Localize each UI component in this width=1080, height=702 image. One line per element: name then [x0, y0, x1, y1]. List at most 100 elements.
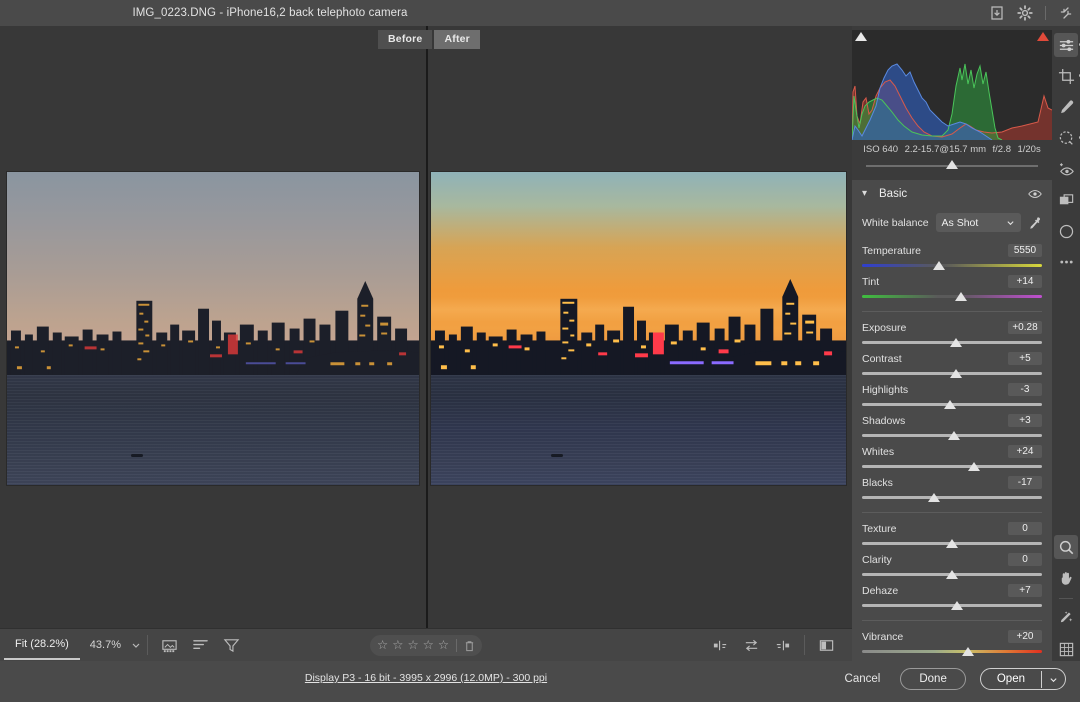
slider-shadows-value[interactable]: +3 [1008, 414, 1042, 427]
slider-exposure-value[interactable]: +0.28 [1008, 321, 1042, 334]
more-options-icon[interactable] [1054, 250, 1078, 274]
slider-temperature-knob[interactable] [933, 261, 945, 270]
rating-star-2[interactable]: ☆ [392, 639, 403, 652]
white-balance-select[interactable]: As Shot [936, 213, 1021, 232]
histogram-slider-knob[interactable] [946, 160, 958, 169]
tab-after[interactable]: After [434, 30, 480, 49]
healing-brush-icon[interactable] [1054, 95, 1078, 119]
tool-rail [1052, 26, 1080, 661]
slider-temperature-label: Temperature [862, 245, 921, 257]
slider-highlights-label: Highlights [862, 384, 908, 396]
slider-vibrance[interactable]: Vibrance +20 [862, 628, 1042, 657]
masking-icon[interactable] [1054, 126, 1078, 150]
right-panel: ISO 640 2.2-15.7@15.7 mm f/2.8 1/20s ▾ B… [852, 26, 1052, 661]
rating-divider [456, 639, 457, 652]
crop-icon[interactable] [1054, 64, 1078, 88]
compare-right-icon[interactable] [774, 637, 791, 654]
slider-exposure[interactable]: Exposure+0.28 [862, 319, 1042, 348]
rating-star-5[interactable]: ☆ [438, 639, 449, 652]
slider-tint-value[interactable]: +14 [1008, 275, 1042, 288]
grid-overlay-icon[interactable] [1054, 637, 1078, 661]
slider-vibrance-value[interactable]: +20 [1008, 630, 1042, 643]
zoom-tool-icon[interactable] [1054, 535, 1078, 559]
panel-basic-header[interactable]: ▾ Basic [852, 180, 1052, 207]
swap-icon[interactable] [743, 637, 760, 654]
slider-dehaze-knob[interactable] [951, 601, 963, 610]
edit-sliders-icon[interactable] [1054, 33, 1078, 57]
rating-star-1[interactable]: ☆ [377, 639, 388, 652]
slider-clarity-value[interactable]: 0 [1008, 553, 1042, 566]
slider-blacks[interactable]: Blacks-17 [862, 474, 1042, 503]
after-image[interactable] [430, 171, 847, 486]
slider-blacks-value[interactable]: -17 [1008, 476, 1042, 489]
open-button[interactable]: Open [981, 669, 1041, 689]
zoom-fit-button[interactable]: Fit (28.2%) [4, 631, 80, 660]
rating-star-3[interactable]: ☆ [407, 639, 418, 652]
split-view-icon[interactable] [818, 637, 835, 654]
eyedropper-icon[interactable] [1028, 216, 1042, 230]
slider-tint-knob[interactable] [955, 292, 967, 301]
histogram-exposure-slider[interactable] [852, 158, 1052, 174]
slider-whites[interactable]: Whites+24 [862, 443, 1042, 472]
slider-dehaze[interactable]: Dehaze+7 [862, 582, 1042, 611]
rating-star-4[interactable]: ☆ [423, 639, 434, 652]
zoom-level-button[interactable]: 43.7% [80, 632, 131, 658]
slider-saturation[interactable]: Saturation+3 [862, 659, 1042, 661]
cancel-button[interactable]: Cancel [839, 669, 887, 689]
auto-enhance-icon[interactable] [1054, 606, 1078, 630]
white-balance-label: White balance [862, 217, 929, 229]
slider-highlights-value[interactable]: -3 [1008, 383, 1042, 396]
slider-vibrance-track [862, 650, 1042, 653]
before-pane[interactable] [0, 26, 426, 628]
thumbnail-view-icon[interactable] [161, 637, 178, 654]
slider-highlights[interactable]: Highlights -3 [862, 381, 1042, 410]
done-button[interactable]: Done [900, 668, 966, 690]
versions-icon[interactable] [1054, 188, 1078, 212]
slider-clarity[interactable]: Clarity 0 [862, 551, 1042, 580]
eye-icon[interactable] [1028, 189, 1042, 199]
slider-shadows-knob[interactable] [948, 431, 960, 440]
slider-contrast-knob[interactable] [950, 369, 962, 378]
collapse-icon[interactable] [1058, 5, 1074, 21]
slider-dehaze-value[interactable]: +7 [1008, 584, 1042, 597]
slider-vibrance-label: Vibrance [862, 631, 903, 643]
red-eye-icon[interactable] [1054, 157, 1078, 181]
slider-texture-value[interactable]: 0 [1008, 522, 1042, 535]
slider-tint[interactable]: Tint+14 [862, 273, 1042, 302]
gear-icon[interactable] [1017, 5, 1033, 21]
chevron-down-icon[interactable] [131, 640, 141, 650]
filter-icon[interactable] [223, 637, 240, 654]
list-view-icon[interactable] [192, 637, 209, 654]
histogram[interactable] [852, 30, 1052, 140]
slider-whites-knob[interactable] [968, 462, 980, 471]
open-dropdown-button[interactable] [1041, 671, 1065, 688]
slider-temperature[interactable]: Temperature 5550 [862, 242, 1042, 271]
presets-icon[interactable] [1054, 219, 1078, 243]
slider-contrast-value[interactable]: +5 [1008, 352, 1042, 365]
slider-highlights-knob[interactable] [944, 400, 956, 409]
hand-tool-icon[interactable] [1054, 566, 1078, 590]
after-skyline [431, 275, 846, 375]
before-image[interactable] [6, 171, 420, 486]
slider-vibrance-knob[interactable] [962, 647, 974, 656]
image-viewer[interactable]: Before After [0, 26, 852, 628]
slider-texture-knob[interactable] [946, 539, 958, 548]
before-skyline [7, 275, 419, 375]
slider-whites-value[interactable]: +24 [1008, 445, 1042, 458]
slider-clarity-label: Clarity [862, 554, 892, 566]
after-pane[interactable] [426, 26, 852, 628]
slider-contrast[interactable]: Contrast+5 [862, 350, 1042, 379]
slider-exposure-knob[interactable] [950, 338, 962, 347]
image-info-link[interactable]: Display P3 - 16 bit - 3995 x 2996 (12.0M… [0, 672, 852, 684]
footer-actions: Cancel Done Open [839, 668, 1066, 690]
tab-before[interactable]: Before [378, 30, 432, 49]
slider-temperature-value[interactable]: 5550 [1008, 244, 1042, 257]
slider-blacks-knob[interactable] [928, 493, 940, 502]
compare-left-icon[interactable] [712, 637, 729, 654]
slider-clarity-knob[interactable] [946, 570, 958, 579]
split-divider[interactable] [426, 26, 428, 628]
slider-texture[interactable]: Texture0 [862, 520, 1042, 549]
trash-icon[interactable] [464, 640, 475, 652]
slider-shadows[interactable]: Shadows+3 [862, 412, 1042, 441]
save-icon[interactable] [989, 5, 1005, 21]
